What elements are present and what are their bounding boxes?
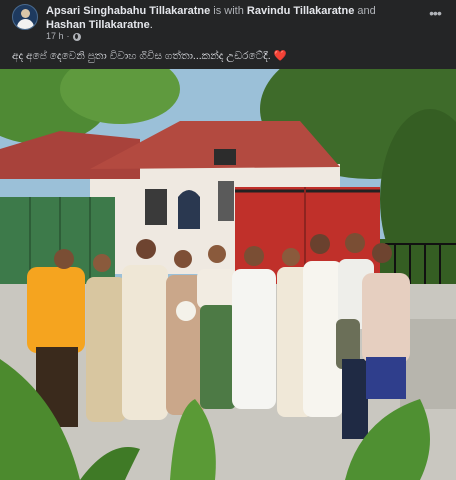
tagged-user-link-1[interactable]: Ravindu Tillakaratne	[247, 5, 354, 17]
post-timestamp[interactable]: 17 h	[46, 31, 64, 42]
post-meta: 17 h ·	[46, 31, 81, 42]
bouquet	[176, 301, 196, 321]
header-period: .	[149, 19, 153, 31]
door	[218, 181, 234, 221]
person-2	[86, 254, 126, 422]
post-author-line: Apsari Singhabahu Tillakaratne is with R…	[46, 4, 406, 32]
author-avatar[interactable]	[12, 4, 38, 30]
globe-icon	[72, 32, 81, 41]
person-3	[122, 239, 168, 420]
post-caption: අද අපේ දෙවෙනි පුතා විවාහ ගිවිස ගත්තා...ක…	[12, 49, 444, 63]
caption-text: අද අපේ දෙවෙනි පුතා විවාහ ගිවිස ගත්තා...ක…	[12, 50, 271, 62]
and-text: and	[357, 5, 376, 17]
heart-emoji: ❤️	[273, 50, 287, 62]
more-options-button[interactable]: •••	[424, 4, 446, 22]
person-6	[232, 246, 276, 409]
tagged-user-link-2[interactable]: Hashan Tillakaratne	[46, 19, 150, 31]
person-5	[197, 245, 237, 409]
house-window	[145, 189, 167, 225]
meta-separator: ·	[66, 31, 70, 41]
roof-window	[214, 149, 236, 165]
with-text: is with	[213, 5, 244, 17]
arched-window	[178, 190, 200, 229]
post-header: Apsari Singhabahu Tillakaratne is with R…	[0, 0, 456, 44]
author-name-link[interactable]: Apsari Singhabahu Tillakaratne	[46, 5, 210, 17]
group-photo-illustration	[0, 69, 456, 480]
post-photo[interactable]	[0, 69, 456, 480]
